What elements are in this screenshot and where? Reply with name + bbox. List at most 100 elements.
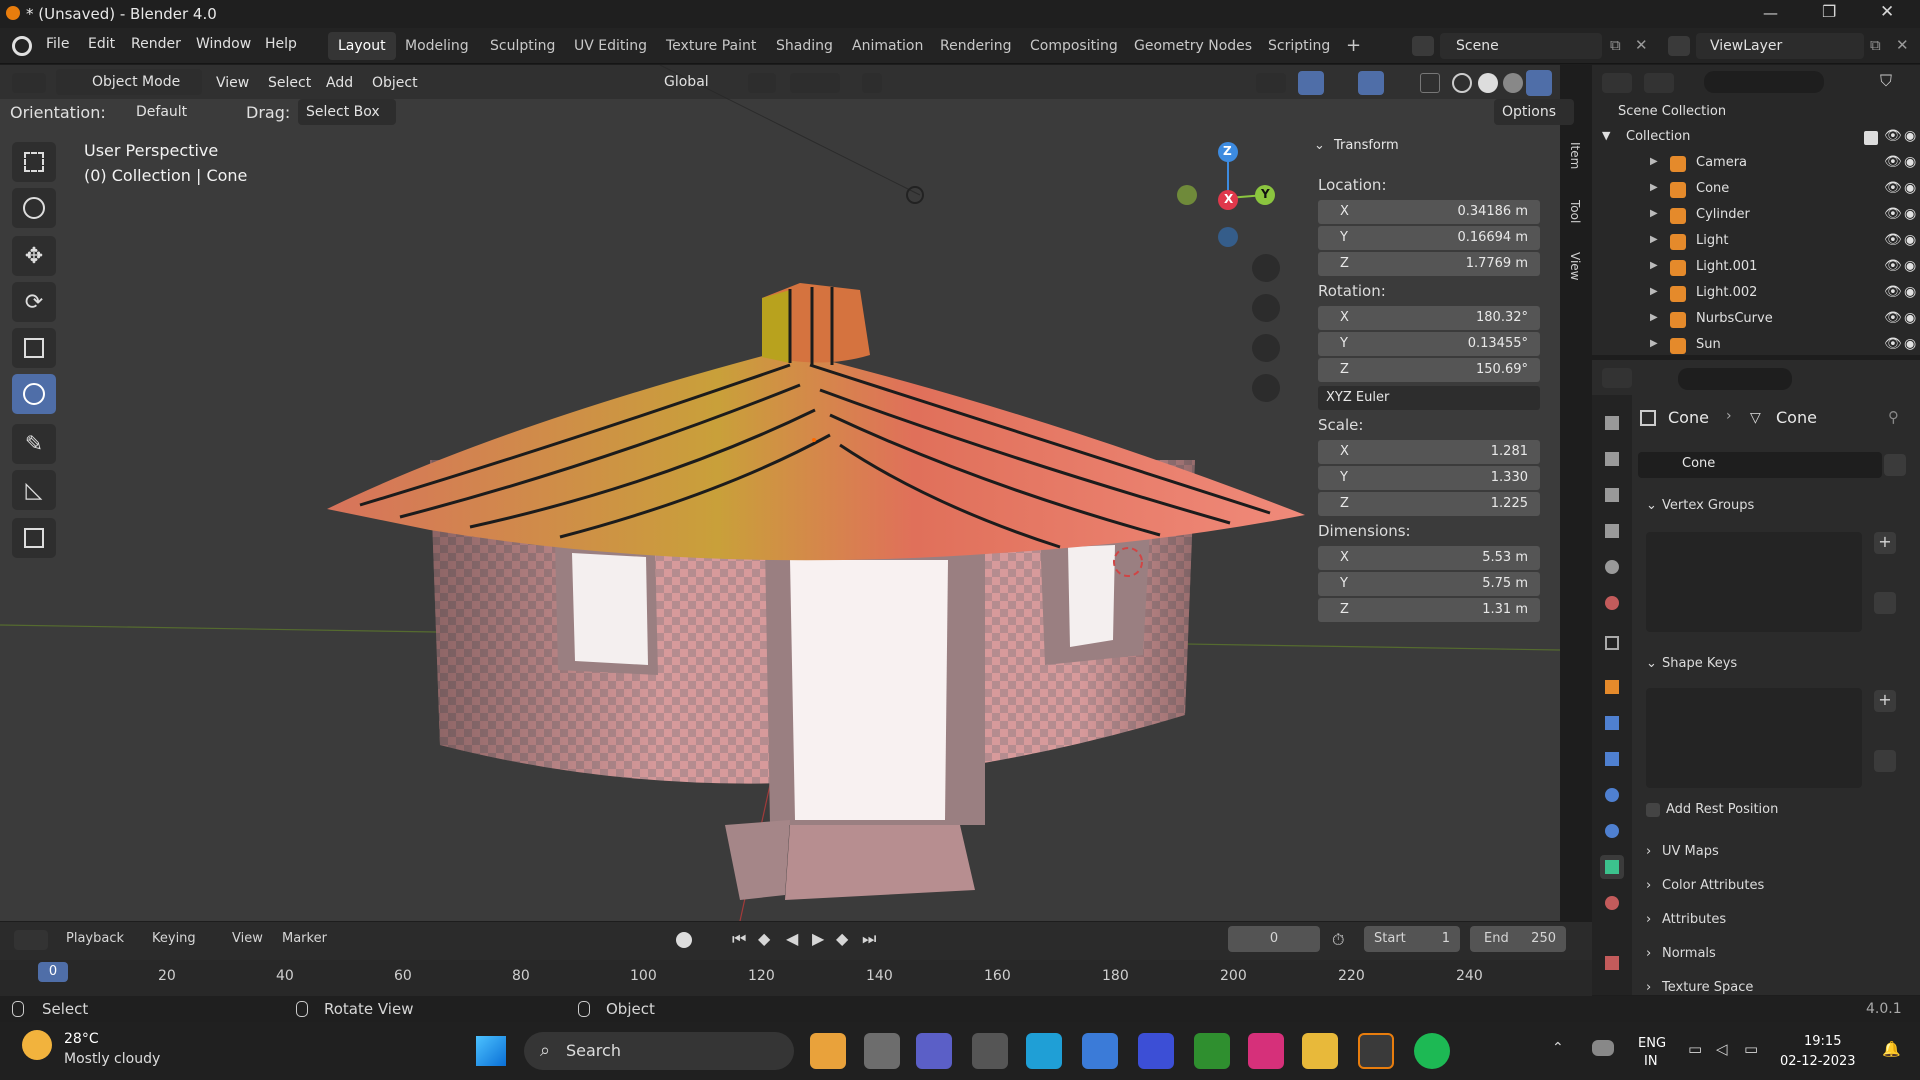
jump-start-icon[interactable]: ⏮ xyxy=(732,929,746,949)
scene-tab-icon[interactable] xyxy=(1600,555,1624,579)
outliner-item-light-001[interactable]: ▶ Light.001 👁 ◉ xyxy=(1592,255,1920,281)
sidebar-tab-view[interactable]: View xyxy=(1562,252,1582,280)
instagram-app-icon[interactable] xyxy=(1248,1033,1284,1069)
xray-icon[interactable] xyxy=(1420,73,1440,93)
jump-end-icon[interactable]: ⏭ xyxy=(862,929,876,949)
close-icon[interactable]: ✕ xyxy=(1880,2,1894,22)
display-mode-icon[interactable] xyxy=(1644,73,1674,93)
scale-x-field[interactable]: X 1.281 xyxy=(1318,440,1540,464)
properties-editor-icon[interactable] xyxy=(1602,368,1632,388)
navigation-gizmo[interactable]: Z Y X xyxy=(1170,140,1280,260)
outliner-item-cone[interactable]: ▶ Cone 👁 ◉ xyxy=(1592,177,1920,203)
camera-render-icon[interactable]: ◉ xyxy=(1904,232,1916,248)
eye-icon[interactable]: 👁 xyxy=(1884,310,1902,326)
xbox-app-icon[interactable] xyxy=(1194,1033,1230,1069)
location-x-field[interactable]: X 0.34186 m xyxy=(1318,200,1540,224)
options-dropdown[interactable]: Options xyxy=(1494,99,1574,125)
camera-render-icon[interactable]: ◉ xyxy=(1904,128,1916,144)
play-icon[interactable]: ▶ xyxy=(812,929,824,948)
play-reverse-icon[interactable]: ◀ xyxy=(786,929,798,948)
add-workspace-button[interactable]: + xyxy=(1336,32,1371,60)
cursor-tool[interactable] xyxy=(12,188,56,228)
file-explorer-icon[interactable] xyxy=(1302,1033,1338,1069)
outliner-item-light-002[interactable]: ▶ Light.002 👁 ◉ xyxy=(1592,281,1920,307)
view-layer-icon[interactable] xyxy=(1668,36,1690,56)
delete-scene-icon[interactable]: ✕ xyxy=(1635,36,1648,54)
camera-render-icon[interactable]: ◉ xyxy=(1904,336,1916,352)
tab-geometry-nodes[interactable]: Geometry Nodes xyxy=(1124,32,1262,60)
rotation-z-field[interactable]: Z 150.69° xyxy=(1318,358,1540,382)
teams-app-icon[interactable] xyxy=(916,1033,952,1069)
eye-icon[interactable]: 👁 xyxy=(1884,232,1902,248)
editor-type-icon[interactable] xyxy=(12,73,46,93)
gizmo-toggle-icon[interactable] xyxy=(1298,71,1324,95)
fake-user-shield-icon[interactable] xyxy=(1884,454,1906,476)
prev-keyframe-icon[interactable]: ◆ xyxy=(758,929,770,948)
clock-time[interactable]: 19:15 xyxy=(1804,1034,1841,1049)
texture-tab-icon[interactable] xyxy=(1600,951,1624,975)
rotate-tool[interactable]: ⟳ xyxy=(12,282,56,322)
material-tab-icon[interactable] xyxy=(1600,891,1624,915)
blender-app-icon[interactable] xyxy=(1358,1033,1394,1069)
overlay-toggle-icon[interactable] xyxy=(1358,71,1384,95)
copilot-app-icon[interactable] xyxy=(810,1033,846,1069)
tab-uv-editing[interactable]: UV Editing xyxy=(564,32,657,60)
tool-tab-icon[interactable] xyxy=(1600,411,1624,435)
pan-hand-icon[interactable] xyxy=(1252,294,1280,322)
tab-modeling[interactable]: Modeling xyxy=(395,32,479,60)
eye-icon[interactable]: 👁 xyxy=(1884,154,1902,170)
world-tab-icon[interactable] xyxy=(1600,591,1624,615)
drag-dropdown[interactable]: Select Box xyxy=(298,99,396,125)
language-in[interactable]: IN xyxy=(1644,1054,1658,1069)
sidebar-tab-item[interactable]: Item xyxy=(1562,142,1582,169)
eye-icon[interactable]: 👁 xyxy=(1884,206,1902,222)
rotation-mode-dropdown[interactable]: XYZ Euler xyxy=(1318,386,1540,410)
end-frame-field[interactable]: End 250 xyxy=(1470,926,1566,952)
start-frame-field[interactable]: Start 1 xyxy=(1364,926,1460,952)
view-layer-selector[interactable]: ViewLayer xyxy=(1696,33,1864,59)
sidebar-tab-tool[interactable]: Tool xyxy=(1562,200,1582,223)
menu-keying[interactable]: Keying xyxy=(152,931,196,946)
vertex-groups-list[interactable] xyxy=(1646,532,1862,632)
measure-tool[interactable]: ◺ xyxy=(12,470,56,510)
add-shape-key-button[interactable]: + xyxy=(1874,690,1896,712)
clock-icon[interactable]: ⏱ xyxy=(1332,930,1344,950)
dimensions-z-field[interactable]: Z 1.31 m xyxy=(1318,598,1540,622)
expand-arrow-icon[interactable]: ▶ xyxy=(1650,182,1658,193)
transform-orientation-dropdown[interactable]: Global xyxy=(632,69,732,95)
expand-arrow-icon[interactable]: ▶ xyxy=(1650,234,1658,245)
outliner-item-sun[interactable]: ▶ Sun 👁 ◉ xyxy=(1592,333,1920,359)
snapping-icon[interactable] xyxy=(790,73,840,93)
task-view-icon[interactable] xyxy=(864,1033,900,1069)
constraints-tab-icon[interactable] xyxy=(1600,819,1624,843)
zoom-icon[interactable] xyxy=(1252,254,1280,282)
tab-rendering[interactable]: Rendering xyxy=(930,32,1022,60)
panel-texture-space[interactable]: › Texture Space xyxy=(1638,974,1910,994)
view-layer-tab-icon[interactable] xyxy=(1600,519,1624,543)
properties-search-input[interactable] xyxy=(1678,368,1792,390)
current-frame-field[interactable]: 0 xyxy=(1228,926,1320,952)
transform-panel-title[interactable]: Transform xyxy=(1334,138,1399,153)
menu-render[interactable]: Render xyxy=(131,36,181,52)
transform-tool[interactable] xyxy=(12,374,56,414)
rotation-y-field[interactable]: Y 0.13455° xyxy=(1318,332,1540,356)
dimensions-x-field[interactable]: X 5.53 m xyxy=(1318,546,1540,570)
network-icon[interactable]: ▭ xyxy=(1688,1040,1702,1058)
expand-arrow-icon[interactable]: ▶ xyxy=(1650,156,1658,167)
camera-render-icon[interactable]: ◉ xyxy=(1904,154,1916,170)
menu-marker[interactable]: Marker xyxy=(282,931,327,946)
expand-arrow-icon[interactable]: ▶ xyxy=(1650,208,1658,219)
minimize-icon[interactable]: — xyxy=(1763,4,1778,22)
playhead[interactable]: 0 xyxy=(38,962,68,982)
delete-view-layer-icon[interactable]: ✕ xyxy=(1896,36,1909,54)
panel-color-attributes[interactable]: › Color Attributes xyxy=(1638,872,1910,900)
scale-z-field[interactable]: Z 1.225 xyxy=(1318,492,1540,516)
unity-app-icon[interactable] xyxy=(972,1033,1008,1069)
panel-normals[interactable]: › Normals xyxy=(1638,940,1910,968)
modifier-tab-icon[interactable] xyxy=(1600,711,1624,735)
output-tab-icon[interactable] xyxy=(1600,483,1624,507)
outliner-search-input[interactable] xyxy=(1704,71,1824,93)
expand-arrow-icon[interactable]: ▼ xyxy=(1602,129,1610,142)
outliner-editor-icon[interactable] xyxy=(1602,73,1632,93)
menu-view[interactable]: View xyxy=(216,71,249,95)
